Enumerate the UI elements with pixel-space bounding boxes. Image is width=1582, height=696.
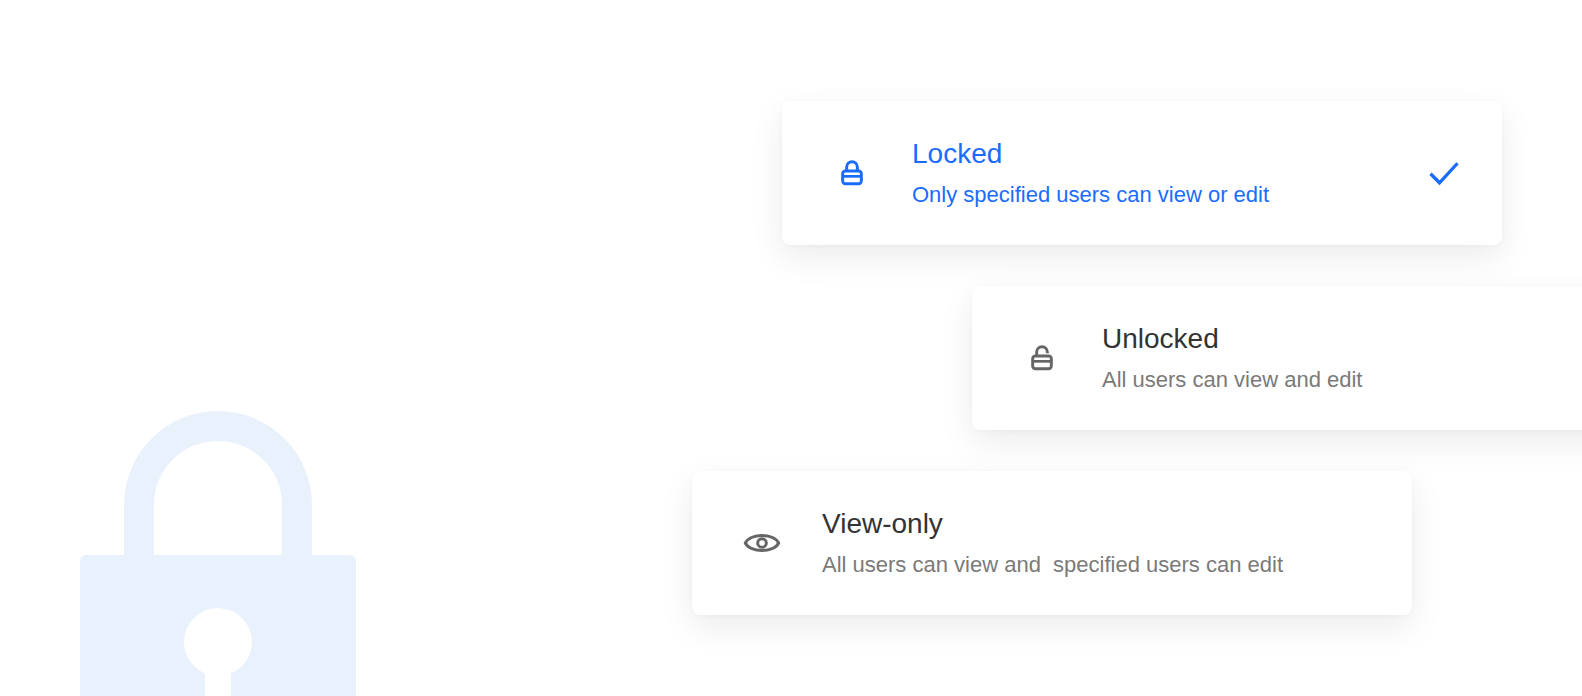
unlock-icon bbox=[1026, 342, 1058, 374]
access-option[interactable]: Unlocked All users can view and edit bbox=[972, 286, 1582, 430]
option-title: View-only bbox=[822, 507, 1372, 541]
option-description: All users can view and edit bbox=[1102, 366, 1582, 394]
option-title: Unlocked bbox=[1102, 322, 1582, 356]
access-option[interactable]: Locked Only specified users can view or … bbox=[782, 101, 1502, 245]
lock-icon bbox=[836, 157, 868, 189]
sharing-settings: Locked Only specified users can view or … bbox=[0, 0, 1582, 696]
eye-icon bbox=[742, 523, 782, 563]
option-description: All users can view and specified users c… bbox=[822, 551, 1372, 579]
access-option[interactable]: View-only All users can view and specifi… bbox=[692, 471, 1412, 615]
access-options: Locked Only specified users can view or … bbox=[0, 0, 1582, 615]
check-icon bbox=[1426, 155, 1462, 191]
option-description: Only specified users can view or edit bbox=[912, 181, 1406, 209]
option-title: Locked bbox=[912, 137, 1406, 171]
background-lock-icon bbox=[80, 410, 356, 696]
